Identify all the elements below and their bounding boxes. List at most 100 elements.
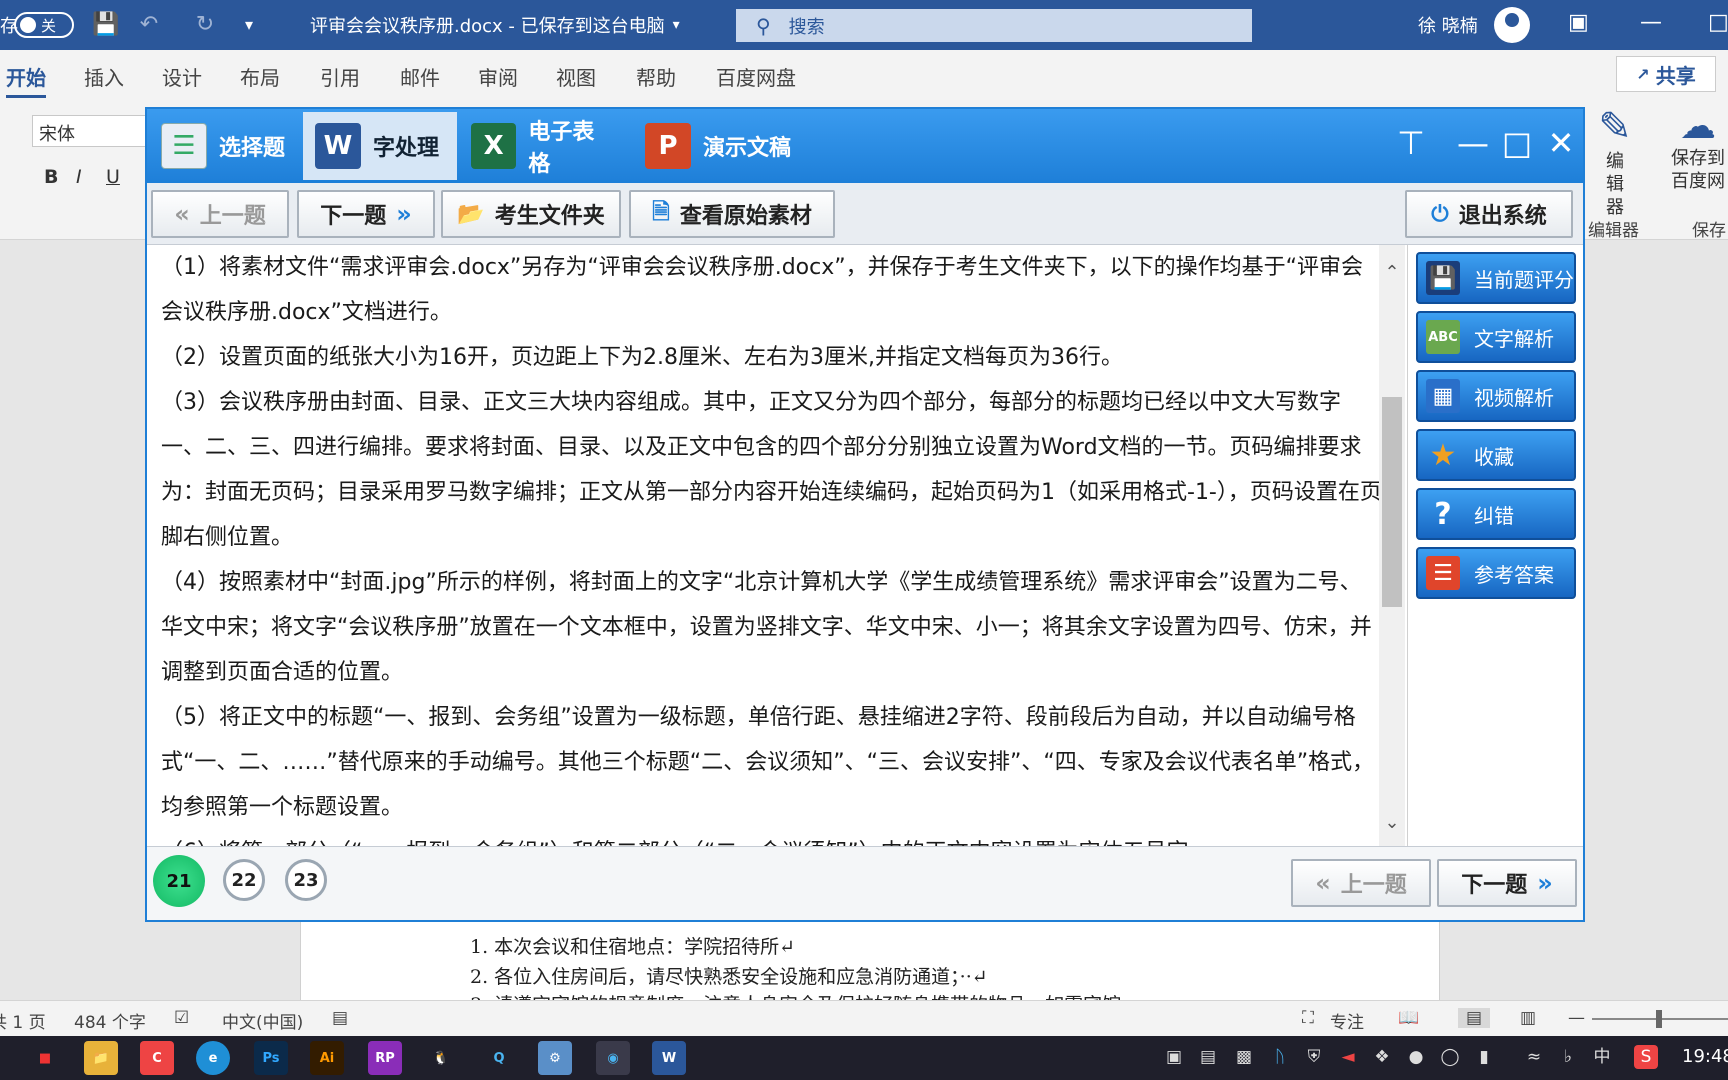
minimize-icon[interactable]: — <box>1640 10 1662 35</box>
italic-button[interactable]: I <box>76 166 82 188</box>
footer-prev-button[interactable]: « 上一题 <box>1291 859 1431 907</box>
zoom-slider-thumb[interactable] <box>1656 1010 1662 1028</box>
tab-baidu-netdisk[interactable]: 百度网盘 <box>716 62 796 91</box>
tray-icon[interactable]: ▤ <box>1196 1045 1220 1069</box>
share-button[interactable]: ↗ 共享 <box>1616 56 1716 92</box>
question-content[interactable]: （1）将素材文件“需求评审会.docx”另存为“评审会会议秩序册.docx”，并… <box>147 245 1397 846</box>
video-analysis-button[interactable]: ▦ 视频解析 <box>1416 370 1576 422</box>
double-chevron-left-icon: « <box>174 200 190 228</box>
zoom-out-icon[interactable]: — <box>1568 1008 1585 1028</box>
close-icon[interactable]: ✕ <box>1541 123 1581 163</box>
focus-icon[interactable]: ⛶ <box>1302 1008 1314 1028</box>
tray-red-icon[interactable]: ◄ <box>1336 1045 1360 1069</box>
tab-choice[interactable]: ☰ 选择题 <box>149 112 299 180</box>
search-input[interactable]: ⚲ 搜索 <box>736 9 1252 42</box>
question-number[interactable]: 23 <box>285 859 327 901</box>
question-number[interactable]: 22 <box>223 859 265 901</box>
double-chevron-left-icon: « <box>1315 869 1331 897</box>
question-number-current[interactable]: 21 <box>153 855 205 907</box>
restore-icon[interactable]: □ <box>1708 10 1728 35</box>
student-folder-button[interactable]: 📂 考生文件夹 <box>441 190 621 238</box>
page-count[interactable]: 共 1 页 <box>0 1008 46 1033</box>
tab-references[interactable]: 引用 <box>320 62 360 91</box>
favorite-button[interactable]: ★ 收藏 <box>1416 429 1576 481</box>
security-icon[interactable]: ⛨ <box>1302 1045 1326 1069</box>
tab-word-processing[interactable]: W 字处理 <box>303 112 457 180</box>
word-taskbar-icon[interactable]: W <box>652 1041 686 1075</box>
document-title[interactable]: 评审会会议秩序册.docx - 已保存到这台电脑 ▾ <box>310 0 680 50</box>
browser-search-icon[interactable]: Q <box>482 1041 516 1075</box>
user-name[interactable]: 徐 晓楠 <box>1418 0 1478 50</box>
tab-insert[interactable]: 插入 <box>84 62 124 91</box>
scroll-down-icon[interactable]: ⌄ <box>1382 813 1402 833</box>
underline-button[interactable]: U <box>106 166 120 188</box>
tab-help[interactable]: 帮助 <box>636 62 676 91</box>
taskbar-app-icon[interactable]: ■ <box>28 1041 62 1075</box>
font-name-input[interactable]: 宋体 <box>32 115 152 147</box>
undo-icon[interactable]: ↶ <box>136 12 162 38</box>
tab-mailings[interactable]: 邮件 <box>400 62 440 91</box>
illustrator-icon[interactable]: Ai <box>310 1041 344 1075</box>
tray-app-icon[interactable]: ◯ <box>1438 1045 1462 1069</box>
tab-review[interactable]: 审阅 <box>478 62 518 91</box>
avatar[interactable] <box>1494 7 1530 43</box>
web-layout-icon[interactable]: ▥ <box>1520 1008 1536 1028</box>
proofing-icon[interactable]: ☑ <box>174 1008 189 1028</box>
redo-icon[interactable]: ↻ <box>192 12 218 38</box>
accessibility-icon[interactable]: ▤ <box>332 1008 348 1028</box>
tab-design[interactable]: 设计 <box>162 62 202 91</box>
input-icon[interactable]: ❖ <box>1370 1045 1394 1069</box>
view-material-button[interactable]: 🗎 查看原始素材 <box>629 190 835 238</box>
battery-icon[interactable]: ▮ <box>1472 1045 1496 1069</box>
content-scrollbar[interactable]: ⌃ ⌄ <box>1379 245 1405 846</box>
score-current-button[interactable]: 💾 当前题评分 <box>1416 252 1576 304</box>
tab-layout[interactable]: 布局 <box>240 62 280 91</box>
question-paragraph: （4）按照素材中“封面.jpg”所示的样例，将封面上的文字“北京计算机大学《学生… <box>161 570 1372 685</box>
taskbar-app-icon-2[interactable]: ⚙ <box>538 1041 572 1075</box>
print-layout-icon[interactable]: ▤ <box>1458 1008 1491 1028</box>
exam-app-icon[interactable]: ◉ <box>596 1041 630 1075</box>
tray-icon[interactable]: ▩ <box>1232 1045 1256 1069</box>
tab-presentation[interactable]: P 演示文稿 <box>633 112 809 180</box>
exit-system-button[interactable]: ⏻ 退出系统 <box>1405 190 1573 238</box>
customize-chevron-icon[interactable]: ▾ <box>236 12 262 38</box>
tab-ppt-label: 演示文稿 <box>703 136 792 161</box>
speaker-muted-icon[interactable]: ♭ <box>1556 1045 1580 1069</box>
tab-home[interactable]: 开始 <box>6 62 46 98</box>
bold-button[interactable]: B <box>44 166 58 188</box>
ime-zh-icon[interactable]: 中 <box>1590 1045 1614 1069</box>
word-count[interactable]: 484 个字 <box>74 1008 146 1033</box>
tab-view[interactable]: 视图 <box>556 62 596 91</box>
autosave-toggle[interactable]: 关 <box>14 12 74 38</box>
taskbar-c-app-icon[interactable]: C <box>140 1041 174 1075</box>
text-analysis-label: 文字解析 <box>1474 326 1554 351</box>
maximize-icon[interactable]: □ <box>1497 123 1537 163</box>
focus-mode[interactable]: 专注 <box>1330 1008 1364 1033</box>
text-analysis-button[interactable]: ABC 文字解析 <box>1416 311 1576 363</box>
sogou-icon[interactable]: S <box>1634 1045 1658 1069</box>
scroll-up-icon[interactable]: ⌃ <box>1382 263 1402 283</box>
clock[interactable]: 19:48 <box>1682 1046 1728 1067</box>
qq-icon[interactable]: 🐧 <box>424 1041 458 1075</box>
edge-icon[interactable]: e <box>196 1041 230 1075</box>
bluetooth-icon[interactable]: ᚢ <box>1268 1045 1292 1069</box>
photoshop-icon[interactable]: Ps <box>254 1041 288 1075</box>
report-error-button[interactable]: ? 纠错 <box>1416 488 1576 540</box>
microphone-icon[interactable]: ● <box>1404 1045 1428 1069</box>
ribbon-display-icon[interactable]: ▣ <box>1568 10 1589 35</box>
wifi-icon[interactable]: ≈ <box>1522 1045 1546 1069</box>
pin-icon[interactable]: ⊤ <box>1391 123 1431 163</box>
axure-icon[interactable]: RP <box>368 1041 402 1075</box>
tray-icon[interactable]: ▣ <box>1162 1045 1186 1069</box>
file-explorer-icon[interactable]: 📁 <box>84 1041 118 1075</box>
prev-question-button[interactable]: « 上一题 <box>151 190 289 238</box>
tab-spreadsheet[interactable]: X 电子表格 <box>459 112 627 180</box>
reference-answer-button[interactable]: ☰ 参考答案 <box>1416 547 1576 599</box>
next-question-button[interactable]: 下一题 » <box>297 190 435 238</box>
language-status[interactable]: 中文(中国) <box>222 1008 303 1033</box>
minimize-icon[interactable]: — <box>1453 123 1493 163</box>
scroll-thumb[interactable] <box>1382 397 1402 607</box>
save-icon[interactable]: 💾 <box>92 12 119 38</box>
read-mode-icon[interactable]: 📖 <box>1398 1008 1419 1028</box>
footer-next-button[interactable]: 下一题 » <box>1437 859 1577 907</box>
